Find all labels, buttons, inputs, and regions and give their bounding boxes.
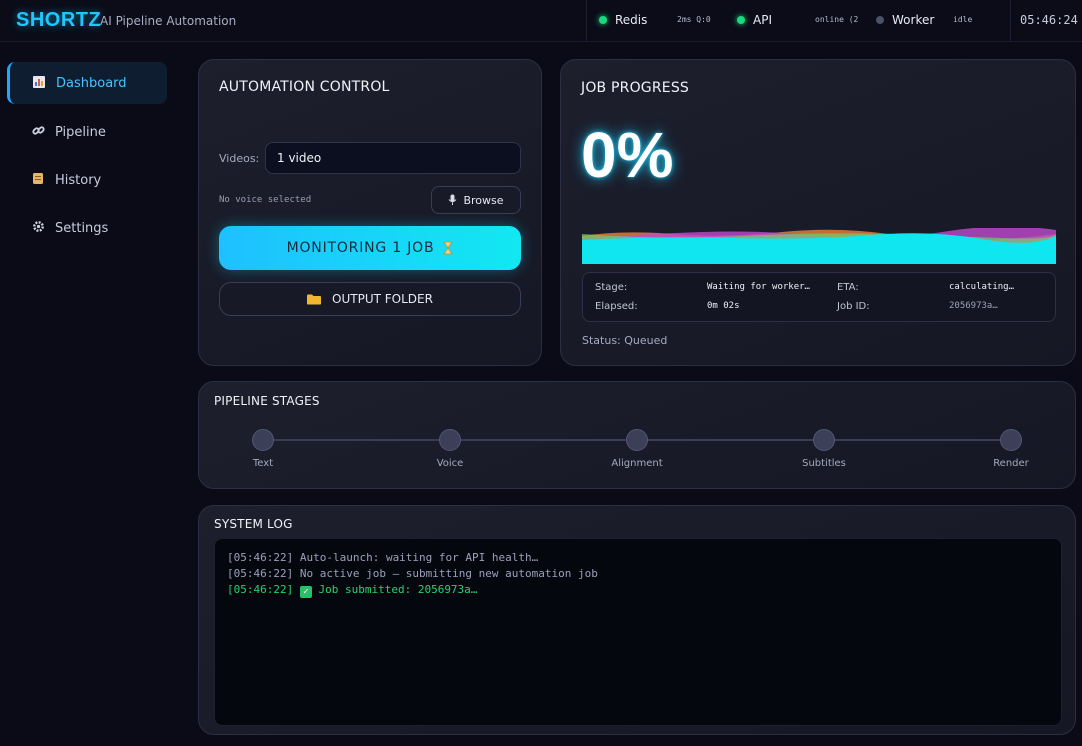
chart-icon bbox=[32, 75, 46, 91]
videos-input[interactable] bbox=[265, 142, 521, 174]
eta-key: ETA: bbox=[837, 282, 859, 293]
browse-label: Browse bbox=[463, 193, 504, 207]
monitoring-job-button[interactable]: MONITORING 1 JOB bbox=[219, 226, 521, 270]
output-folder-button[interactable]: OUTPUT FOLDER bbox=[219, 282, 521, 316]
eta-value: calculating… bbox=[949, 282, 1015, 292]
status-dot-icon bbox=[599, 16, 607, 24]
log-line: [05:46:22] ✓ Job submitted: 2056973a… bbox=[227, 582, 1049, 598]
status-meta: online (2 bbox=[815, 15, 859, 24]
browse-voice-button[interactable]: Browse bbox=[431, 186, 521, 214]
status-api: API bbox=[737, 13, 772, 27]
card-title: PIPELINE STAGES bbox=[214, 394, 320, 408]
elapsed-key: Elapsed: bbox=[595, 301, 638, 312]
folder-icon bbox=[307, 294, 322, 305]
status-dot-icon bbox=[737, 16, 745, 24]
stage-node-render bbox=[1000, 429, 1022, 451]
stage-node-text bbox=[252, 429, 274, 451]
sidebar-item-pipeline[interactable]: Pipeline bbox=[7, 111, 167, 153]
link-icon bbox=[31, 124, 45, 140]
stage-value: Waiting for worker… bbox=[707, 282, 810, 292]
scroll-icon bbox=[31, 172, 45, 188]
elapsed-value: 0m 02s bbox=[707, 301, 740, 311]
job-id-key: Job ID: bbox=[837, 301, 870, 312]
microphone-icon bbox=[448, 194, 457, 206]
status-meta: 2ms Q:0 bbox=[677, 15, 711, 24]
card-title: SYSTEM LOG bbox=[214, 517, 293, 531]
status-label: Worker bbox=[892, 13, 935, 27]
app-tagline: AI Pipeline Automation bbox=[100, 14, 237, 28]
hourglass-icon bbox=[443, 241, 454, 255]
status-redis: Redis bbox=[599, 13, 647, 27]
status-label: API bbox=[753, 13, 772, 27]
automation-control-card: AUTOMATION CONTROL Videos: No voice sele… bbox=[198, 59, 542, 366]
job-info-box: Stage: Waiting for worker… ETA: calculat… bbox=[582, 272, 1056, 322]
job-status-text: Status: Queued bbox=[582, 334, 668, 347]
voice-status-text: No voice selected bbox=[219, 195, 312, 205]
pipeline-stages-card: PIPELINE STAGES Text Voice Alignment Sub… bbox=[198, 381, 1076, 489]
job-id-value: 2056973a… bbox=[949, 301, 998, 311]
card-title: AUTOMATION CONTROL bbox=[219, 79, 390, 95]
job-progress-card: JOB PROGRESS 0% Stage: Waiting for worke… bbox=[560, 59, 1076, 366]
sidebar-item-label: Settings bbox=[55, 220, 109, 236]
stage-node-voice bbox=[439, 429, 461, 451]
stage-label: Render bbox=[993, 458, 1029, 469]
log-timestamp: [05:46:22] bbox=[227, 583, 300, 596]
log-message: Job submitted: 2056973a… bbox=[318, 583, 478, 596]
status-label: Redis bbox=[615, 13, 648, 27]
log-line: [05:46:22] Auto-launch: waiting for API … bbox=[227, 551, 539, 564]
system-log-card: SYSTEM LOG [05:46:22] Auto-launch: waiti… bbox=[198, 505, 1076, 735]
sidebar-item-label: History bbox=[55, 172, 102, 188]
progress-percent: 0% bbox=[581, 119, 674, 191]
stage-node-subtitles bbox=[813, 429, 835, 451]
sidebar-item-label: Pipeline bbox=[55, 124, 106, 140]
sidebar-item-dashboard[interactable]: Dashboard bbox=[7, 62, 167, 104]
status-meta: idle bbox=[953, 15, 973, 24]
status-worker: Worker bbox=[876, 13, 934, 27]
monitoring-label: MONITORING 1 JOB bbox=[286, 240, 435, 256]
header-clock: 05:46:24 bbox=[1020, 13, 1078, 27]
service-status-bar: Redis 2ms Q:0 API online (2 Worker idle bbox=[586, 0, 1011, 42]
sidebar-item-label: Dashboard bbox=[56, 75, 127, 91]
videos-label: Videos: bbox=[219, 152, 260, 165]
output-folder-label: OUTPUT FOLDER bbox=[332, 292, 433, 306]
stage-node-alignment bbox=[626, 429, 648, 451]
top-header: SHORTZ AI Pipeline Automation Redis 2ms … bbox=[0, 0, 1082, 42]
status-dot-icon bbox=[876, 16, 884, 24]
sidebar-item-history[interactable]: History bbox=[7, 159, 167, 201]
log-line: [05:46:22] No active job — submitting ne… bbox=[227, 567, 598, 580]
log-output[interactable]: [05:46:22] Auto-launch: waiting for API … bbox=[214, 538, 1062, 726]
stage-key: Stage: bbox=[595, 282, 628, 293]
card-title: JOB PROGRESS bbox=[581, 80, 689, 96]
check-icon: ✓ bbox=[299, 586, 312, 598]
stage-label: Voice bbox=[436, 458, 464, 469]
app-logo: SHORTZ bbox=[16, 9, 102, 31]
sidebar-item-settings[interactable]: Settings bbox=[7, 207, 167, 249]
stage-label: Subtitles bbox=[802, 458, 846, 469]
progress-wave-graphic bbox=[582, 228, 1056, 264]
stage-label: Alignment bbox=[611, 458, 663, 469]
stage-label: Text bbox=[252, 458, 274, 469]
gear-icon bbox=[31, 220, 45, 236]
